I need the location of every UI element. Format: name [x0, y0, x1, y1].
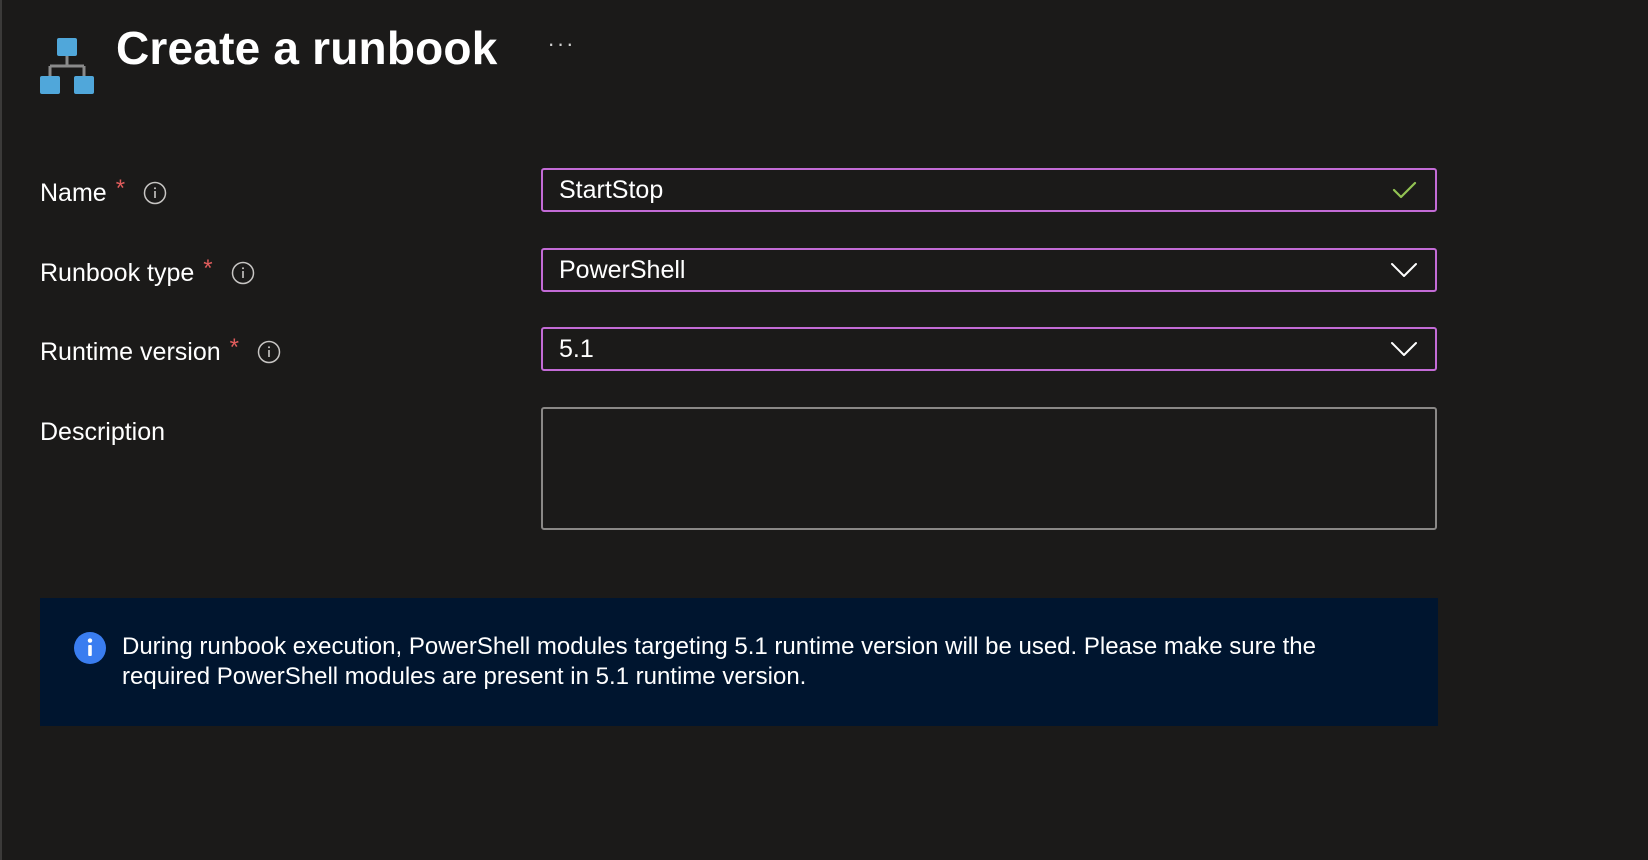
required-marker: * — [115, 175, 126, 202]
runtime-version-row: Runtime version * 5.1 — [40, 327, 1440, 375]
name-input-value: StartStop — [559, 176, 664, 204]
info-circle-icon[interactable] — [231, 261, 255, 285]
runtime-version-label-group: Runtime version * — [40, 334, 281, 367]
runbook-type-label-group: Runbook type * — [40, 255, 255, 288]
name-label: Name — [40, 179, 107, 207]
more-options-button[interactable]: ··· — [548, 33, 576, 55]
required-marker: * — [203, 255, 213, 282]
name-label-group: Name * — [40, 175, 167, 208]
left-edge-divider — [0, 0, 2, 860]
checkmark-icon — [1389, 175, 1419, 205]
page-title: Create a runbook — [116, 22, 498, 74]
description-label-group: Description — [40, 417, 165, 447]
info-circle-icon[interactable] — [257, 340, 281, 364]
runtime-version-dropdown[interactable]: 5.1 — [541, 327, 1437, 371]
runbook-type-selected: PowerShell — [559, 256, 686, 284]
info-circle-icon[interactable] — [143, 181, 167, 205]
runbook-type-dropdown[interactable]: PowerShell — [541, 248, 1437, 292]
chevron-down-icon[interactable] — [1389, 334, 1419, 364]
required-marker: * — [229, 334, 239, 361]
name-input[interactable]: StartStop — [541, 168, 1437, 212]
banner-message: During runbook execution, PowerShell mod… — [122, 633, 1316, 690]
info-banner: During runbook execution, PowerShell mod… — [40, 598, 1438, 726]
chevron-down-icon[interactable] — [1389, 255, 1419, 285]
runtime-version-selected: 5.1 — [559, 335, 594, 363]
description-textarea[interactable] — [541, 407, 1437, 530]
description-row: Description — [40, 407, 1440, 532]
runbook-hierarchy-icon — [40, 38, 94, 94]
runtime-version-label: Runtime version — [40, 338, 221, 366]
runbook-type-label: Runbook type — [40, 259, 195, 287]
info-icon — [74, 632, 106, 664]
page-header: Create a runbook ··· — [40, 20, 576, 100]
runbook-type-row: Runbook type * PowerShell — [40, 248, 1440, 296]
name-row: Name * StartStop — [40, 168, 1440, 216]
description-label: Description — [40, 418, 166, 446]
